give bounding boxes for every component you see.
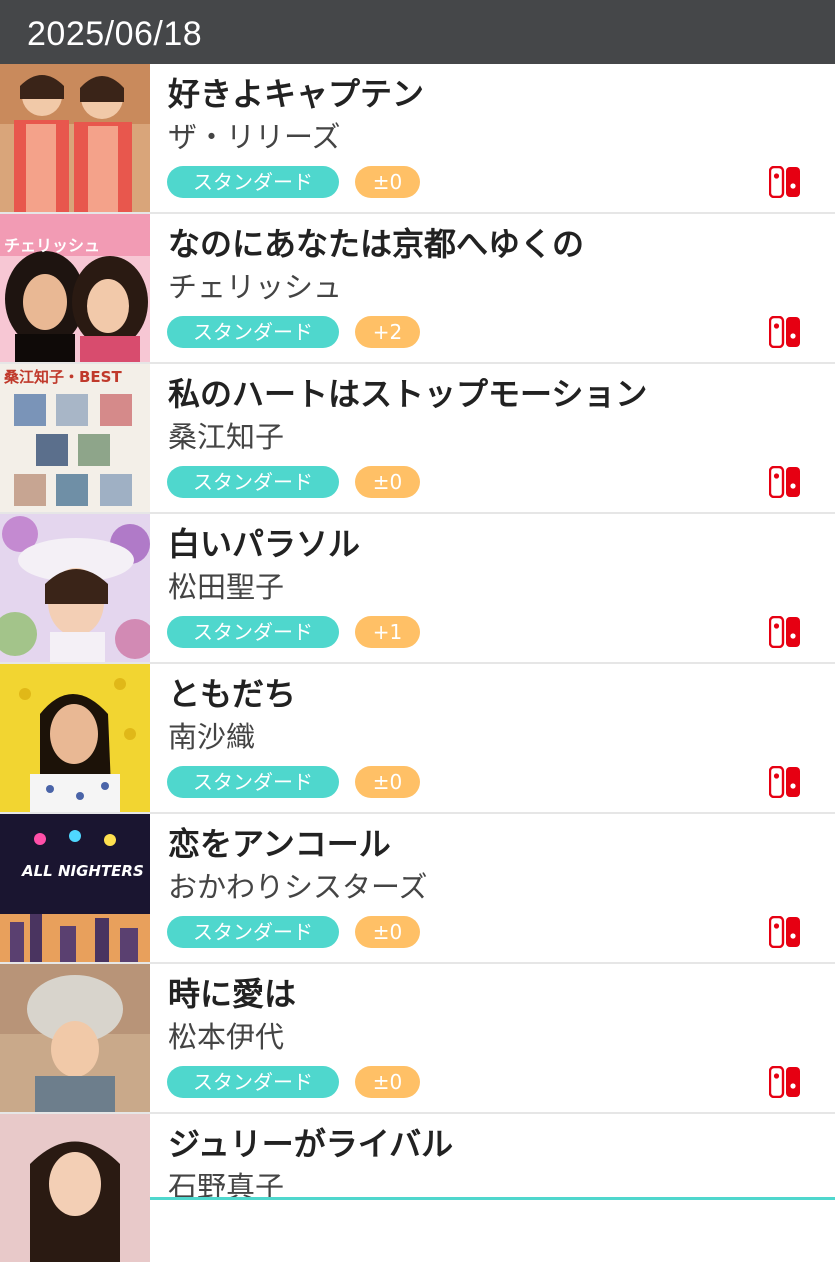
album-cover [0,964,150,1112]
key-badge: ±0 [355,916,420,948]
cover-text: 桑江知子・BEST [4,368,122,386]
artist-name: 石野真子 [168,1170,285,1204]
song-row[interactable]: ジュリーがライバル 石野真子 [0,1114,835,1264]
date-header: 2025/06/18 [0,0,835,64]
nintendo-switch-icon [768,615,801,649]
mode-badge: スタンダード [167,616,339,648]
song-row[interactable]: 時に愛は 松本伊代 スタンダード ±0 [0,964,835,1114]
mode-badge: スタンダード [167,766,339,798]
song-row[interactable]: 桑江知子・BEST 私のハートはストップモーション 桑江知子 スタンダード ±0 [0,364,835,514]
nintendo-switch-icon [768,465,801,499]
song-row[interactable]: 白いパラソル 松田聖子 スタンダード +1 [0,514,835,664]
date-label: 2025/06/18 [27,15,203,53]
artist-name: 桑江知子 [168,420,285,454]
nintendo-switch-icon [768,165,801,199]
song-list: 好きよキャプテン ザ・リリーズ スタンダード ±0 チェリッシュ なのにあなたは… [0,64,835,1264]
artist-name: 松田聖子 [168,570,285,604]
cover-text: チェリッシュ [4,236,101,255]
key-badge: ±0 [355,166,420,198]
song-title: 私のハートはストップモーション [168,375,648,413]
song-row[interactable]: ALL NIGHTERS 恋をアンコール おかわりシスターズ スタンダード ±0 [0,814,835,964]
key-badge: +2 [355,316,420,348]
artist-name: おかわりシスターズ [168,870,428,904]
song-row[interactable]: チェリッシュ なのにあなたは京都へゆくの チェリッシュ スタンダード +2 [0,214,835,364]
nintendo-switch-icon [768,315,801,349]
song-title: ともだち [168,675,297,713]
song-row[interactable]: ともだち 南沙織 スタンダード ±0 [0,664,835,814]
nintendo-switch-icon [768,915,801,949]
album-cover: 桑江知子・BEST [0,364,150,512]
artist-name: チェリッシュ [168,270,343,304]
song-title: 好きよキャプテン [168,75,425,113]
song-title: ジュリーがライバル [168,1125,454,1163]
album-cover [0,664,150,812]
nintendo-switch-icon [768,1065,801,1099]
album-cover: チェリッシュ [0,214,150,362]
album-cover: ALL NIGHTERS [0,814,150,962]
key-badge: ±0 [355,466,420,498]
song-title: なのにあなたは京都へゆくの [168,225,585,263]
album-cover [0,514,150,662]
key-badge: ±0 [355,1066,420,1098]
nintendo-switch-icon [768,765,801,799]
song-title: 恋をアンコール [168,825,391,863]
mode-badge: スタンダード [167,1066,339,1098]
album-cover [0,1114,150,1262]
mode-badge: スタンダード [167,316,339,348]
mode-badge: スタンダード [167,466,339,498]
song-row[interactable]: 好きよキャプテン ザ・リリーズ スタンダード ±0 [0,64,835,214]
key-badge: +1 [355,616,420,648]
song-title: 時に愛は [168,975,297,1013]
cover-text: ALL NIGHTERS [22,862,144,880]
key-badge: ±0 [355,766,420,798]
artist-name: ザ・リリーズ [168,120,341,154]
mode-badge: スタンダード [167,916,339,948]
song-title: 白いパラソル [168,525,361,563]
artist-name: 南沙織 [168,720,256,754]
artist-name: 松本伊代 [168,1020,285,1054]
mode-badge: スタンダード [167,166,339,198]
album-cover [0,64,150,212]
